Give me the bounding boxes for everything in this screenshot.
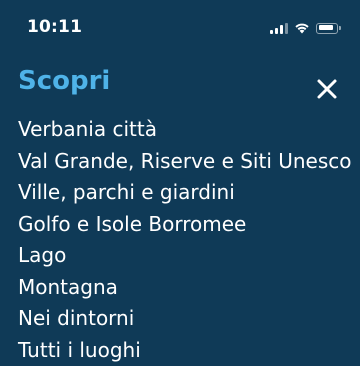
menu-item-ville-parchi-giardini[interactable]: Ville, parchi e giardini — [18, 177, 352, 209]
close-button[interactable] — [316, 78, 338, 100]
battery-icon — [316, 23, 338, 34]
status-icons — [270, 22, 338, 34]
menu-item-tutti-i-luoghi[interactable]: Tutti i luoghi — [18, 335, 352, 366]
header: Scopri — [0, 62, 360, 112]
menu-item-nei-dintorni[interactable]: Nei dintorni — [18, 303, 352, 335]
status-bar: 10:11 — [0, 0, 360, 56]
menu-item-val-grande[interactable]: Val Grande, Riserve e Siti Unesco — [18, 146, 352, 178]
status-time: 10:11 — [27, 17, 82, 37]
signal-icon — [270, 22, 288, 34]
wifi-icon — [294, 22, 310, 34]
menu-item-montagna[interactable]: Montagna — [18, 272, 352, 304]
menu-item-golfo-isole-borromee[interactable]: Golfo e Isole Borromee — [18, 209, 352, 241]
close-icon — [316, 78, 338, 100]
menu-list: Verbania città Val Grande, Riserve e Sit… — [18, 114, 352, 366]
menu-item-lago[interactable]: Lago — [18, 240, 352, 272]
page-title: Scopri — [18, 66, 110, 96]
menu-item-verbania-citta[interactable]: Verbania città — [18, 114, 352, 146]
